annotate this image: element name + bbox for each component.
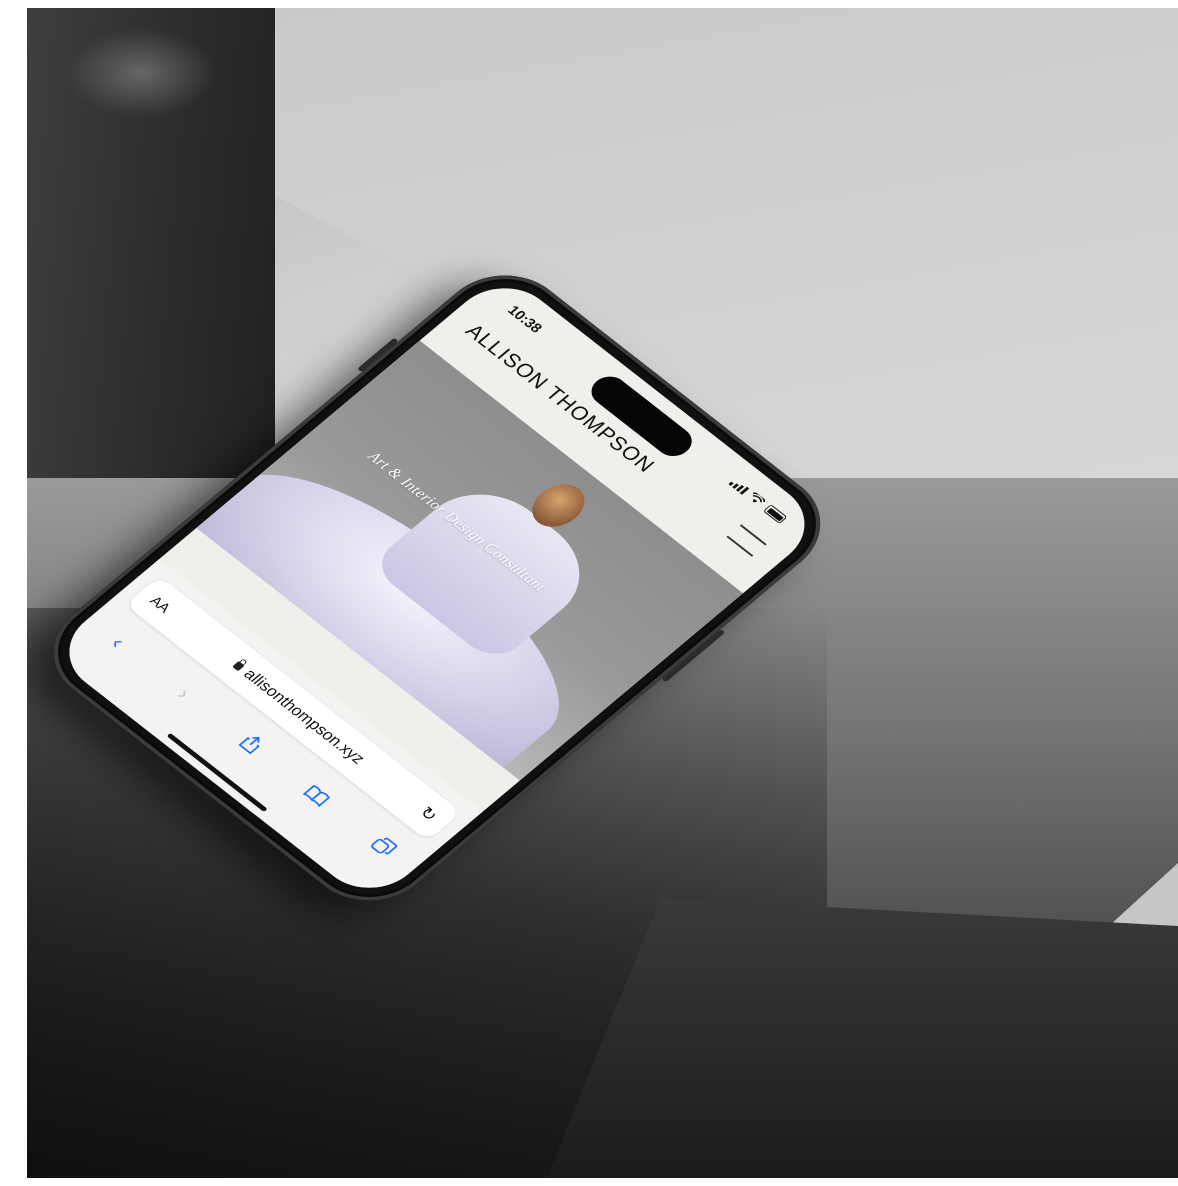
photo-backdrop: 10:38 ALLISON THOMPSON Art & Interior De… bbox=[27, 8, 1178, 1178]
lock-icon bbox=[232, 661, 246, 672]
back-icon[interactable]: ‹ bbox=[93, 623, 142, 663]
wifi-icon bbox=[752, 492, 766, 503]
tabs-icon[interactable] bbox=[357, 828, 406, 868]
menu-icon[interactable] bbox=[726, 524, 767, 557]
status-time: 10:38 bbox=[503, 302, 546, 336]
status-icons bbox=[728, 477, 788, 524]
bookmarks-icon[interactable] bbox=[291, 777, 340, 817]
forward-icon[interactable]: › bbox=[159, 674, 208, 714]
battery-icon bbox=[762, 504, 788, 524]
signal-icon bbox=[728, 478, 750, 495]
share-icon[interactable] bbox=[224, 725, 275, 766]
pillar-texture bbox=[67, 28, 217, 118]
